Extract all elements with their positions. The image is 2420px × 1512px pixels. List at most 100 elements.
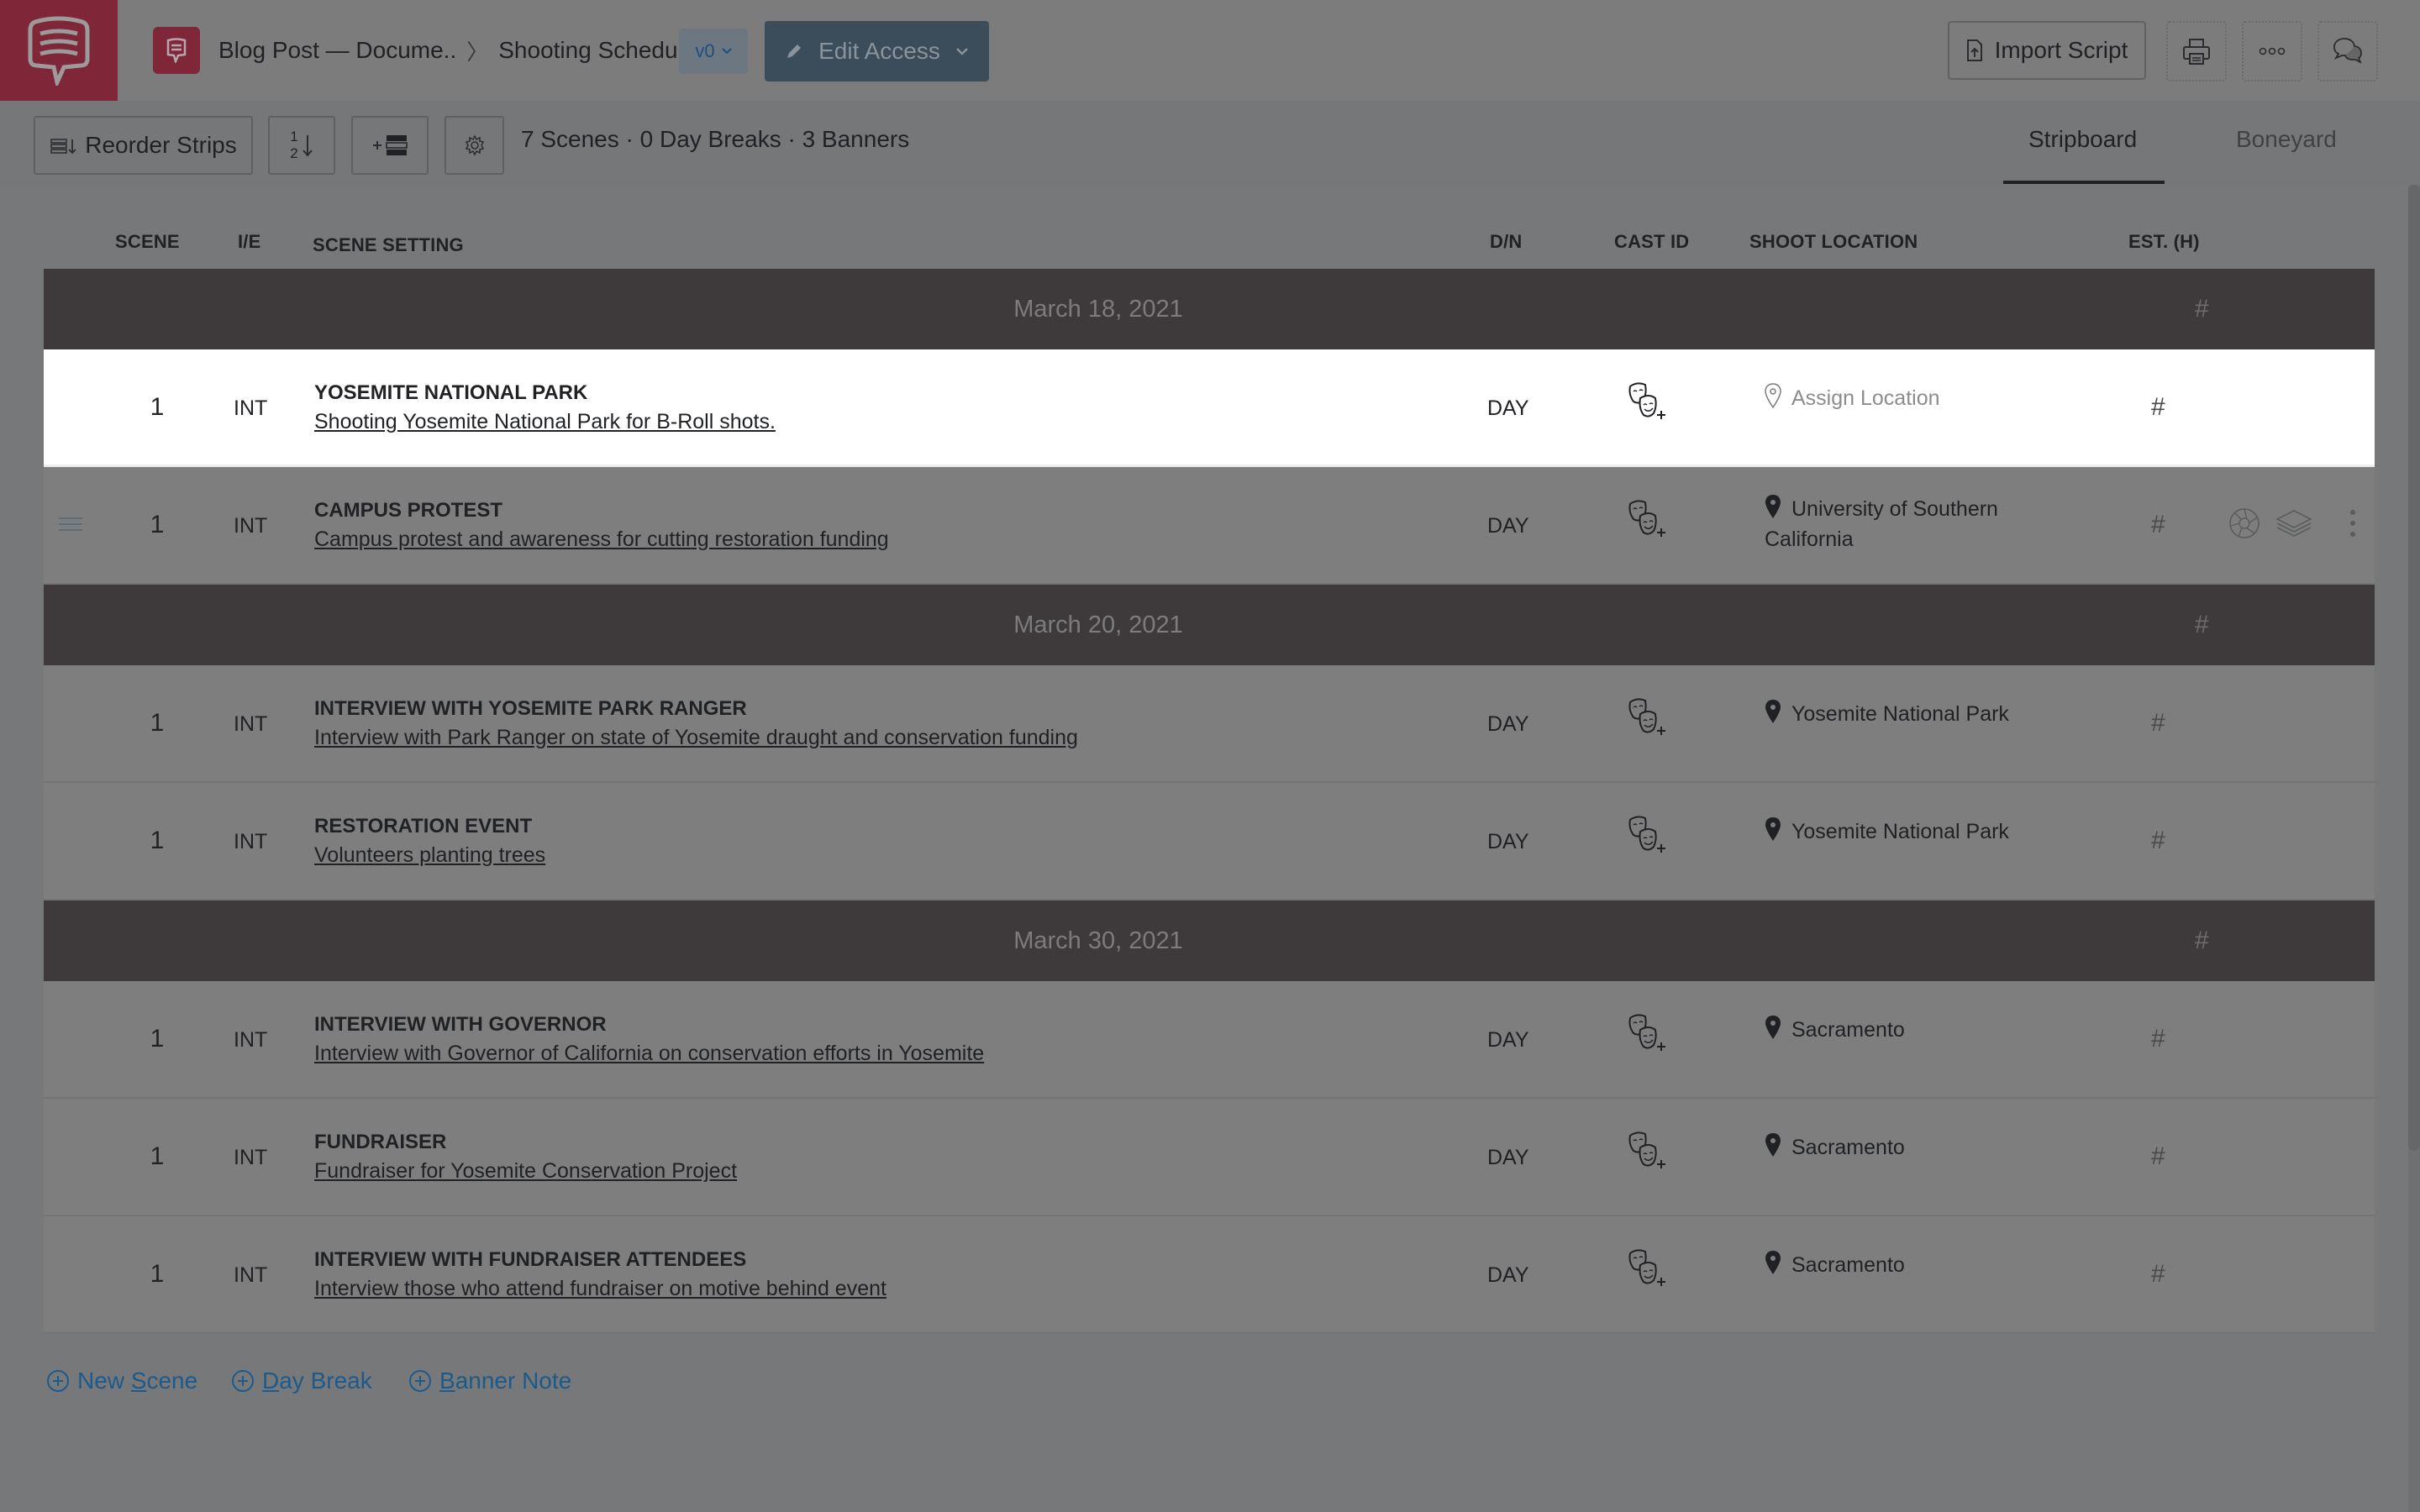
scene-est-hours[interactable]: # — [2151, 393, 2165, 422]
scene-est-hours[interactable]: # — [2151, 511, 2165, 539]
column-header-location[interactable]: SHOOT LOCATION — [1749, 231, 1918, 253]
reorder-strips-button[interactable]: Reorder Strips — [34, 116, 253, 175]
day-banner[interactable]: March 18, 2021 # — [44, 269, 2375, 349]
scene-number[interactable]: 1 — [136, 1025, 178, 1053]
scene-ie[interactable]: INT — [234, 514, 267, 538]
scene-ie[interactable]: INT — [234, 1028, 267, 1053]
scene-number[interactable]: 1 — [136, 511, 178, 539]
day-banner[interactable]: March 30, 2021 # — [44, 900, 2375, 981]
column-header-est[interactable]: EST. (H) — [2128, 231, 2200, 253]
scene-est-hours[interactable]: # — [2151, 1025, 2165, 1053]
scene-description[interactable]: Volunteers planting trees — [314, 843, 545, 868]
scene-day-night[interactable]: DAY — [1487, 1263, 1529, 1288]
scene-title[interactable]: INTERVIEW WITH GOVERNOR — [314, 1013, 607, 1037]
scene-strip-row[interactable]: 1 INT INTERVIEW WITH GOVERNOR Interview … — [44, 981, 2375, 1099]
new-scene-link[interactable]: New Scene — [47, 1368, 197, 1394]
cast-masks-add-icon[interactable] — [1625, 1247, 1672, 1294]
scene-number[interactable]: 1 — [136, 1260, 178, 1289]
print-button[interactable] — [2166, 21, 2227, 81]
scene-strip-row[interactable]: 1 INT CAMPUS PROTEST Campus protest and … — [44, 467, 2375, 585]
scene-title[interactable]: CAMPUS PROTEST — [314, 499, 502, 522]
scene-title[interactable]: RESTORATION EVENT — [314, 815, 532, 838]
scene-est-hours[interactable]: # — [2151, 827, 2165, 855]
scene-number[interactable]: 1 — [136, 1142, 178, 1171]
comments-button[interactable] — [2317, 21, 2378, 81]
version-dropdown[interactable]: v0 — [679, 29, 748, 74]
more-vertical-icon[interactable] — [2344, 508, 2361, 538]
scene-strip-row[interactable]: 1 INT RESTORATION EVENT Volunteers plant… — [44, 783, 2375, 900]
scene-day-night[interactable]: DAY — [1487, 1146, 1529, 1170]
scene-day-night[interactable]: DAY — [1487, 396, 1529, 421]
column-header-cast[interactable]: CAST ID — [1614, 231, 1689, 253]
scene-ie[interactable]: INT — [234, 1263, 267, 1288]
scene-description[interactable]: Shooting Yosemite National Park for B-Ro… — [314, 410, 776, 434]
tab-stripboard[interactable]: Stripboard — [2028, 126, 2137, 153]
scene-strip-row[interactable]: 1 INT YOSEMITE NATIONAL PARK Shooting Yo… — [44, 349, 2375, 467]
scene-number[interactable]: 1 — [136, 827, 178, 855]
scene-strip-row[interactable]: 1 INT FUNDRAISER Fundraiser for Yosemite… — [44, 1099, 2375, 1216]
scene-ie[interactable]: INT — [234, 396, 267, 421]
scene-day-night[interactable]: DAY — [1487, 514, 1529, 538]
column-header-scene[interactable]: SCENE — [115, 231, 180, 253]
scene-description[interactable]: Interview with Park Ranger on state of Y… — [314, 726, 1078, 750]
shoot-location[interactable]: Sacramento — [1765, 1015, 2059, 1045]
add-strip-button[interactable] — [351, 116, 429, 175]
scene-number[interactable]: 1 — [136, 709, 178, 738]
cast-masks-add-icon[interactable] — [1625, 380, 1672, 427]
scene-day-night[interactable]: DAY — [1487, 1028, 1529, 1053]
shoot-location[interactable]: Yosemite National Park — [1765, 816, 2059, 847]
scene-description[interactable]: Campus protest and awareness for cutting… — [314, 528, 889, 552]
document-badge[interactable] — [153, 27, 200, 74]
scrollbar-thumb[interactable] — [2408, 185, 2420, 1151]
scene-strip-row[interactable]: 1 INT INTERVIEW WITH YOSEMITE PARK RANGE… — [44, 665, 2375, 783]
breadcrumb-project[interactable]: Blog Post — Docume.. — [218, 37, 456, 64]
scene-description[interactable]: Interview with Governor of California on… — [314, 1042, 984, 1066]
scene-est-hours[interactable]: # — [2151, 1260, 2165, 1289]
cast-masks-add-icon[interactable] — [1625, 813, 1672, 860]
layers-icon[interactable] — [2275, 509, 2312, 538]
day-banner[interactable]: March 20, 2021 # — [44, 585, 2375, 665]
scene-number[interactable]: 1 — [136, 393, 178, 422]
shoot-location[interactable]: University of Southern California — [1765, 494, 2059, 554]
tab-boneyard[interactable]: Boneyard — [2236, 126, 2337, 153]
import-script-button[interactable]: Import Script — [1948, 21, 2146, 80]
banner-est-hours[interactable]: # — [2195, 295, 2209, 323]
scene-description[interactable]: Interview those who attend fundraiser on… — [314, 1277, 886, 1301]
scene-title[interactable]: INTERVIEW WITH FUNDRAISER ATTENDEES — [314, 1248, 746, 1272]
column-header-dn[interactable]: D/N — [1490, 231, 1523, 253]
cast-masks-add-icon[interactable] — [1625, 497, 1672, 544]
banner-note-link[interactable]: Banner Note — [409, 1368, 571, 1394]
scene-ie[interactable]: INT — [234, 830, 267, 854]
shoot-location[interactable]: Sacramento — [1765, 1250, 2059, 1280]
scene-est-hours[interactable]: # — [2151, 709, 2165, 738]
scene-ie[interactable]: INT — [234, 712, 267, 737]
camera-shutter-icon[interactable] — [2228, 507, 2260, 539]
column-header-ie[interactable]: I/E — [238, 231, 261, 253]
shoot-location[interactable]: Yosemite National Park — [1765, 699, 2059, 729]
stripboard-settings-button[interactable] — [445, 116, 504, 175]
scene-day-night[interactable]: DAY — [1487, 712, 1529, 737]
banner-est-hours[interactable]: # — [2195, 611, 2209, 639]
drag-handle-icon[interactable] — [59, 517, 82, 535]
cast-masks-add-icon[interactable] — [1625, 1129, 1672, 1176]
scene-title[interactable]: FUNDRAISER — [314, 1131, 446, 1154]
scene-ie[interactable]: INT — [234, 1146, 267, 1170]
plus-circle-icon — [409, 1370, 431, 1392]
more-button[interactable] — [2242, 21, 2302, 81]
edit-access-button[interactable]: Edit Access — [765, 21, 989, 81]
cast-masks-add-icon[interactable] — [1625, 1011, 1672, 1058]
shoot-location[interactable]: Sacramento — [1765, 1132, 2059, 1163]
banner-est-hours[interactable]: # — [2195, 927, 2209, 955]
day-break-link[interactable]: Day Break — [232, 1368, 372, 1394]
shoot-location[interactable]: Assign Location — [1765, 383, 2059, 413]
scene-est-hours[interactable]: # — [2151, 1142, 2165, 1171]
scene-title[interactable]: YOSEMITE NATIONAL PARK — [314, 381, 587, 405]
sort-scenes-button[interactable]: 1 2 — [268, 116, 335, 175]
scene-title[interactable]: INTERVIEW WITH YOSEMITE PARK RANGER — [314, 697, 747, 721]
app-logo[interactable] — [0, 0, 118, 101]
scene-day-night[interactable]: DAY — [1487, 830, 1529, 854]
cast-masks-add-icon[interactable] — [1625, 696, 1672, 743]
scene-strip-row[interactable]: 1 INT INTERVIEW WITH FUNDRAISER ATTENDEE… — [44, 1216, 2375, 1334]
scene-description[interactable]: Fundraiser for Yosemite Conservation Pro… — [314, 1159, 737, 1184]
column-header-setting[interactable]: SCENE SETTING — [313, 234, 464, 256]
